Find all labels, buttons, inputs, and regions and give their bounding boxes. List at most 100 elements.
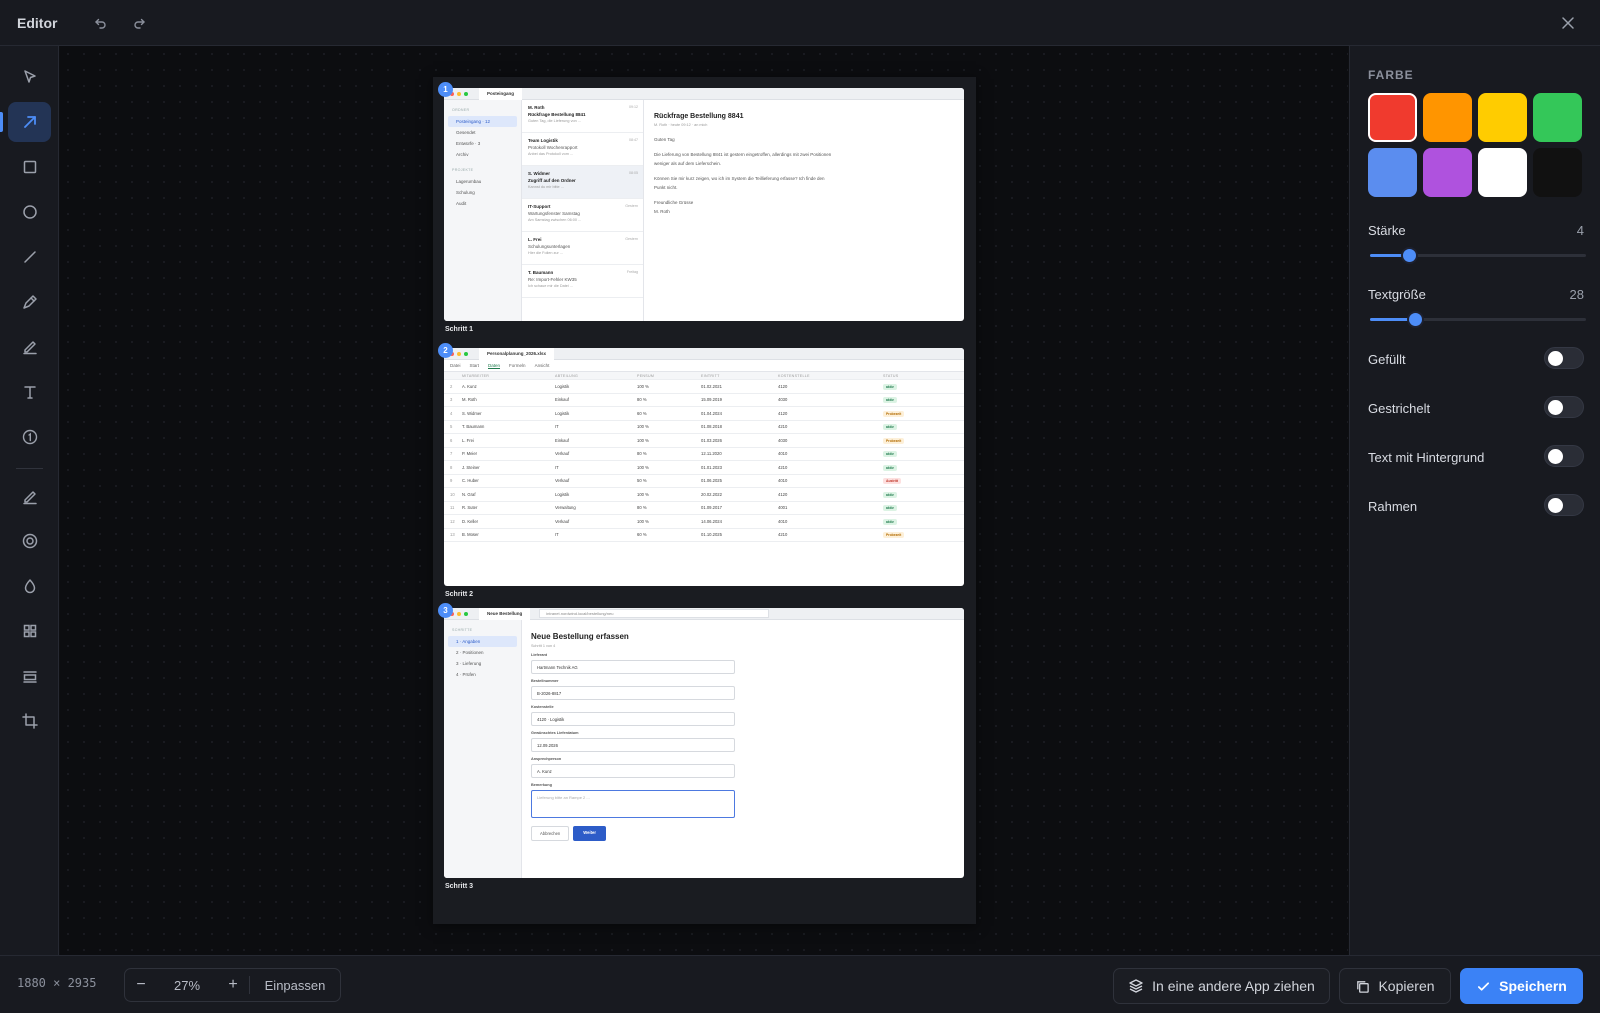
folder-item: Posteingang · 12: [448, 116, 517, 127]
border-toggle[interactable]: [1544, 494, 1584, 516]
status-badge: Probezeit: [883, 532, 905, 539]
rectangle-icon[interactable]: [8, 147, 51, 187]
form-subtitle: Schritt 1 von 4: [531, 644, 556, 648]
close-icon[interactable]: [1558, 13, 1578, 38]
crop-icon[interactable]: [8, 701, 51, 741]
properties-panel: FARBE Stärke 4 Textgröße 28 Gefüllt Gest…: [1349, 46, 1600, 955]
mail-text: Freundliche Grüsse: [654, 200, 694, 205]
text-background-toggle[interactable]: [1544, 445, 1584, 467]
zoom-control: − 27% + Einpassen: [124, 968, 341, 1002]
project-item: Schulung: [456, 190, 475, 195]
mail-reader: Rückfrage Bestellung 8841 M. Roth · heut…: [654, 113, 954, 214]
composite-image[interactable]: Posteingang ORDNER Posteingang · 12 Gese…: [433, 77, 976, 924]
mini-window-titlebar: Posteingang: [444, 88, 964, 100]
step-label: Schritt 3: [445, 883, 474, 890]
mini-tab: Personalplanung_2026.xlsx: [479, 348, 555, 360]
dashed-toggle[interactable]: [1544, 396, 1584, 418]
top-bar: Editor: [0, 0, 1600, 46]
color-swatch[interactable]: [1368, 148, 1417, 197]
form-field: B-2026-8817: [531, 686, 735, 700]
tool-sidebar: [0, 46, 59, 955]
step3-screenshot[interactable]: Neue Bestellung intranet.nordwind.local/…: [444, 608, 964, 878]
slider-knob[interactable]: [1409, 313, 1423, 326]
save-button[interactable]: Speichern: [1460, 968, 1583, 1004]
zoom-out-button[interactable]: −: [125, 976, 157, 994]
zoom-level: 27%: [173, 977, 201, 993]
active-tool-indicator: [0, 112, 3, 132]
filled-toggle[interactable]: [1544, 347, 1584, 369]
step-badge[interactable]: 2: [438, 343, 453, 358]
line-icon[interactable]: [8, 237, 51, 277]
table-row: 3 M. Roth Einkauf 80 % 15.09.2019 4030 aktiv: [444, 394, 964, 407]
step-label: Schritt 2: [445, 591, 474, 598]
highlighter-icon[interactable]: [8, 327, 51, 367]
mini-window-titlebar: Neue Bestellung intranet.nordwind.local/…: [444, 608, 964, 620]
project-item: Audit: [456, 201, 467, 206]
numbered-badge-icon[interactable]: [8, 417, 51, 457]
eraser-icon[interactable]: [8, 477, 51, 517]
arrow-icon[interactable]: [8, 102, 51, 142]
step2-screenshot[interactable]: Personalplanung_2026.xlsx Datei Start Da…: [444, 348, 964, 586]
step1-screenshot[interactable]: Posteingang ORDNER Posteingang · 12 Gese…: [444, 88, 964, 321]
mini-tab: Neue Bestellung: [479, 608, 531, 620]
undo-icon[interactable]: [89, 12, 111, 34]
mail-subject: Rückfrage Bestellung 8841: [654, 113, 744, 120]
color-swatch[interactable]: [1423, 93, 1472, 142]
status-badge: aktiv: [883, 383, 897, 390]
table-header: MITARBEITER ABTEILUNG PENSUM EINTRITT KO…: [444, 372, 964, 380]
form-field: 4120 · Logistik: [531, 712, 735, 726]
redo-icon[interactable]: [129, 12, 151, 34]
color-swatch[interactable]: [1368, 93, 1417, 142]
wizard-step: 1 · Angaben: [448, 636, 517, 647]
slider-knob[interactable]: [1402, 249, 1416, 262]
status-badge: Probezeit: [883, 437, 905, 444]
mail-item: 08:47 Team Logistik Protokoll Wochenrappor…: [522, 133, 643, 166]
drag-to-app-button[interactable]: In eine andere App ziehen: [1113, 968, 1330, 1004]
filled-label: Gefüllt: [1368, 352, 1406, 367]
mail-sidebar: ORDNER Posteingang · 12 Gesendet Entwürf…: [444, 100, 522, 321]
drop-icon[interactable]: [8, 566, 51, 606]
color-swatch[interactable]: [1533, 148, 1582, 197]
canvas-area[interactable]: Posteingang ORDNER Posteingang · 12 Gese…: [60, 46, 1348, 955]
drag-to-app-label: In eine andere App ziehen: [1152, 978, 1315, 994]
status-badge: aktiv: [883, 505, 897, 512]
pen-icon[interactable]: [8, 282, 51, 322]
strength-slider[interactable]: [1370, 249, 1586, 262]
color-swatch[interactable]: [1478, 93, 1527, 142]
cursor-icon[interactable]: [8, 57, 51, 97]
wizard-step: 2 · Positionen: [456, 650, 484, 655]
status-badge: aktiv: [883, 518, 897, 525]
status-badge: Probezeit: [883, 410, 905, 417]
zoom-in-button[interactable]: +: [217, 976, 249, 994]
strength-value: 4: [1576, 223, 1584, 238]
table-row: 4 S. Widmer Logistik 60 % 01.04.2024 4120 Prob…: [444, 407, 964, 421]
frame-icon[interactable]: [8, 656, 51, 696]
color-swatch[interactable]: [1478, 148, 1527, 197]
text-icon[interactable]: [8, 372, 51, 412]
mail-item: 09:12 M. Roth Rückfrage Bestellung 8841 Gut…: [522, 100, 643, 133]
step-badge[interactable]: 3: [438, 603, 453, 618]
strength-label: Stärke: [1368, 223, 1406, 238]
dashed-label: Gestrichelt: [1368, 401, 1431, 416]
save-label: Speichern: [1499, 978, 1567, 994]
folder-item: Entwürfe · 3: [456, 141, 481, 146]
mail-text: Guten Tag: [654, 137, 675, 142]
status-badge: aktiv: [883, 397, 897, 404]
table-body: 2 A. Kunz Logistik 100 % 01.02.2021 4120 aktiv…: [444, 380, 964, 542]
circle-icon[interactable]: [8, 192, 51, 232]
wizard-step: 4 · Prüfen: [456, 672, 476, 677]
grid-icon[interactable]: [8, 611, 51, 651]
color-swatch[interactable]: [1533, 93, 1582, 142]
textsize-slider[interactable]: [1370, 313, 1586, 326]
copy-button[interactable]: Kopieren: [1339, 968, 1451, 1004]
sidebar-header: ORDNER: [452, 108, 470, 112]
color-swatch[interactable]: [1423, 148, 1472, 197]
step-badge[interactable]: 1: [438, 82, 453, 97]
mail-text: weniger als auf dem Lieferschein.: [654, 161, 722, 166]
form-field: 12.09.2026: [531, 738, 735, 752]
mail-list: 09:12 M. Roth Rückfrage Bestellung 8841 Gut…: [522, 100, 644, 321]
folder-item: Gesendet: [456, 130, 476, 135]
fit-button[interactable]: Einpassen: [250, 978, 340, 993]
text-background-label: Text mit Hintergrund: [1368, 450, 1485, 465]
spotlight-icon[interactable]: [8, 521, 51, 561]
